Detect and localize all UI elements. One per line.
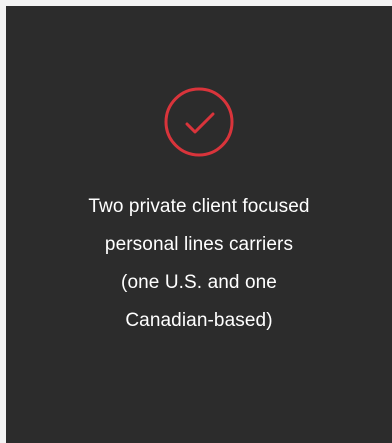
- feature-description-line-1: Two private client focused: [88, 196, 310, 217]
- feature-description-line-4: Canadian-based): [125, 310, 273, 331]
- page: Two private client focused personal line…: [0, 0, 392, 443]
- check-circle-icon: [163, 86, 235, 158]
- feature-card: Two private client focused personal line…: [6, 6, 392, 443]
- feature-description-line-2: personal lines carriers: [104, 234, 294, 255]
- feature-description: Two private client focused personal line…: [39, 188, 359, 340]
- feature-description-line-3: (one U.S. and one: [121, 272, 277, 293]
